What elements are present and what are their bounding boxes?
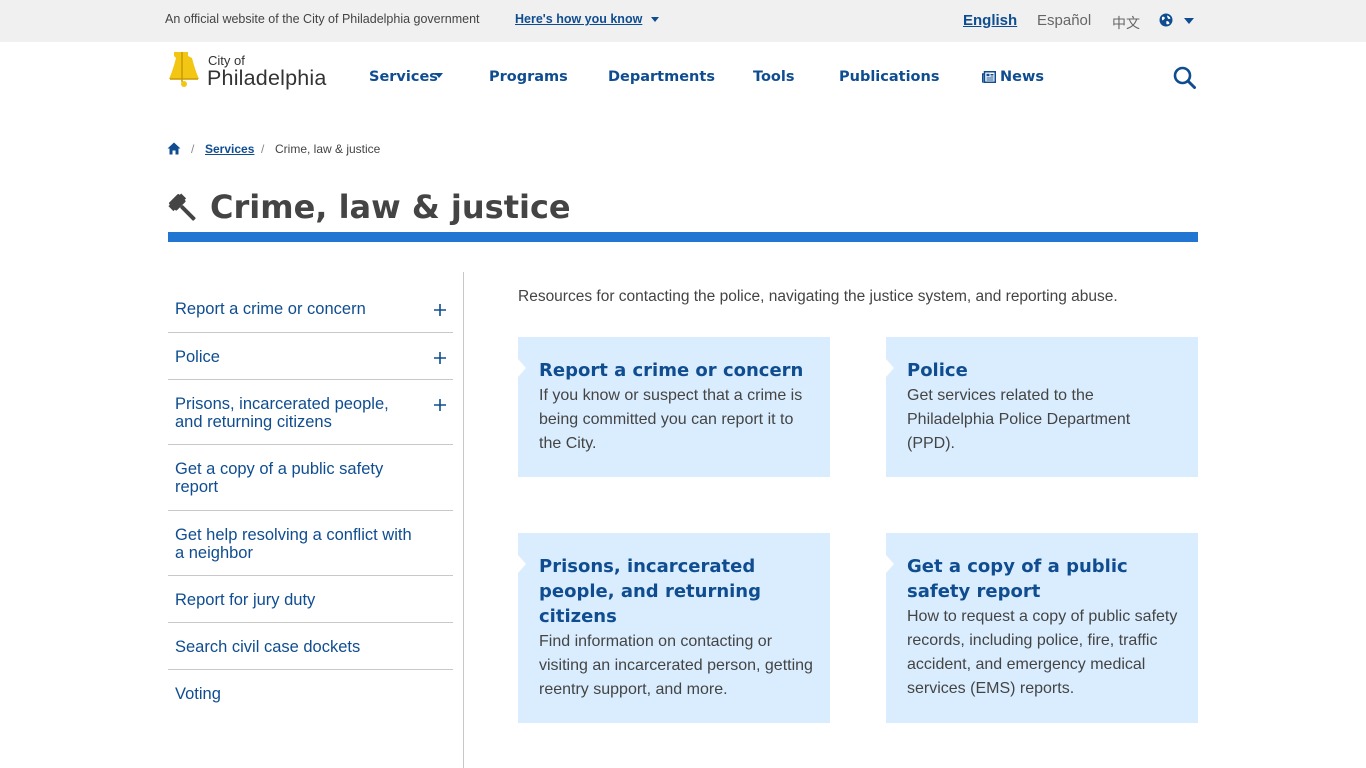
title-underline [168,232,1198,242]
sidebar-divider [463,272,464,768]
sidebar-item-label[interactable]: Police [168,333,453,366]
breadcrumb-current: Crime, law & justice [275,142,381,156]
page-title: Crime, law & justice [210,188,571,226]
sidebar-item-label[interactable]: Prisons, incarcerated people, and return… [168,380,453,431]
gavel-icon [168,193,196,221]
sidebar-item-label[interactable]: Search civil case dockets [168,623,453,656]
card-description: Get services related to the Philadelphia… [907,387,1131,452]
nav-departments[interactable]: Departments [608,69,715,85]
card-notch [518,555,526,573]
card-notch [518,359,526,377]
breadcrumb-services-link[interactable]: Services [205,142,254,156]
sidebar-item-label[interactable]: Report a crime or concern [168,284,453,318]
logo-philadelphia: Philadelphia [207,66,327,90]
card-description: How to request a copy of public safety r… [907,608,1178,697]
language-dropdown-caret-icon[interactable] [1184,18,1194,24]
nav-publications[interactable]: Publications [839,69,939,85]
sidebar-item-label[interactable]: Report for jury duty [168,576,453,609]
sidebar-item-police[interactable]: Police [168,333,453,380]
nav-services[interactable]: Services [369,69,438,85]
chevron-down-icon[interactable] [651,17,659,22]
breadcrumb-separator: / [261,142,265,156]
sidebar-nav: Report a crime or concern Police Prisons… [168,284,453,717]
how-you-know-link[interactable]: Here's how you know [515,12,642,26]
plus-icon[interactable] [433,398,447,412]
sidebar-item-prisons[interactable]: Prisons, incarcerated people, and return… [168,380,453,445]
sidebar-item-public-safety-report[interactable]: Get a copy of a public safety report [168,445,453,511]
card-title[interactable]: Police [907,358,1182,383]
search-icon[interactable] [1173,66,1196,89]
sidebar-item-label[interactable]: Get help resolving a conflict with a nei… [168,511,453,562]
sidebar-item-report-crime[interactable]: Report a crime or concern [168,284,453,333]
newspaper-icon[interactable] [982,71,996,83]
home-icon[interactable] [167,142,181,155]
card-description: Find information on contacting or visiti… [539,633,813,698]
card-prisons[interactable]: Prisons, incarcerated people, and return… [518,533,830,723]
globe-icon[interactable] [1159,13,1173,27]
sidebar-item-label[interactable]: Voting [168,670,453,703]
card-public-safety-report[interactable]: Get a copy of a public safety report How… [886,533,1198,723]
language-chinese[interactable]: 中文 [1112,13,1140,33]
sidebar-item-civil-dockets[interactable]: Search civil case dockets [168,623,453,670]
plus-icon[interactable] [433,303,447,317]
sidebar-item-jury-duty[interactable]: Report for jury duty [168,576,453,623]
card-police[interactable]: Police Get services related to the Phila… [886,337,1198,477]
sidebar-item-neighbor-conflict[interactable]: Get help resolving a conflict with a nei… [168,511,453,576]
card-title[interactable]: Report a crime or concern [539,358,814,383]
card-notch [886,359,894,377]
card-report-crime[interactable]: Report a crime or concern If you know or… [518,337,830,477]
card-notch [886,555,894,573]
sidebar-item-voting[interactable]: Voting [168,670,453,717]
nav-tools[interactable]: Tools [753,69,795,85]
official-site-text: An official website of the City of Phila… [165,12,480,26]
plus-icon[interactable] [433,351,447,365]
nav-news[interactable]: News [1000,69,1044,85]
chevron-down-icon[interactable] [435,73,443,78]
language-english[interactable]: English [963,12,1017,29]
card-title[interactable]: Prisons, incarcerated people, and return… [539,554,779,629]
card-title[interactable]: Get a copy of a public safety report [907,554,1157,604]
language-spanish[interactable]: Español [1037,12,1091,29]
page-intro: Resources for contacting the police, nav… [518,288,1118,305]
nav-programs[interactable]: Programs [489,69,568,85]
breadcrumb-separator: / [191,142,195,156]
official-banner: An official website of the City of Phila… [0,0,1366,42]
sidebar-item-label[interactable]: Get a copy of a public safety report [168,445,453,496]
card-description: If you know or suspect that a crime is b… [539,387,803,452]
